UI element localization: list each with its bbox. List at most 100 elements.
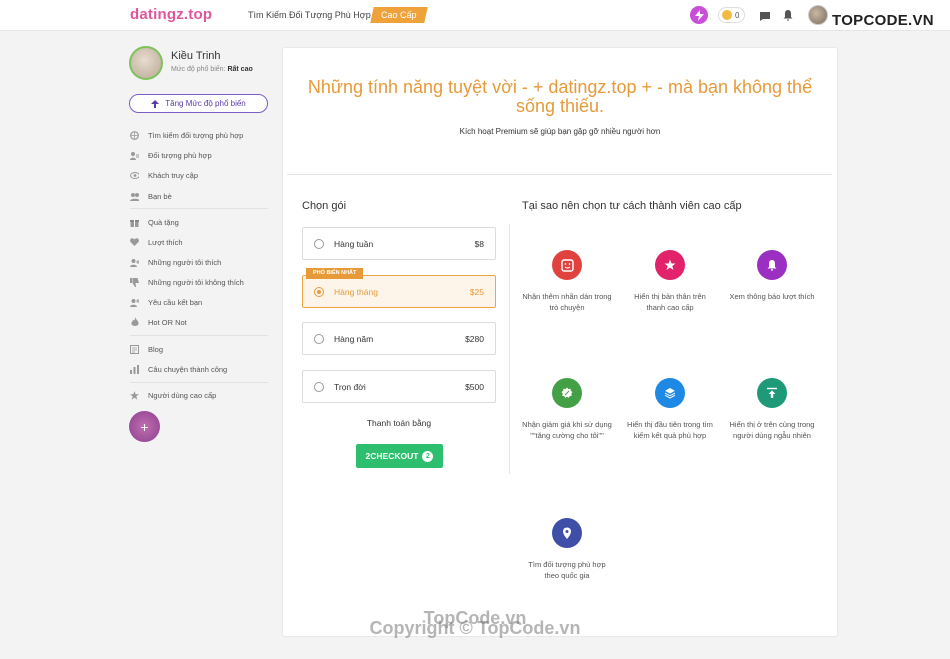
sidebar-item-label: Câu chuyện thành công — [148, 364, 228, 374]
star-icon — [655, 250, 685, 280]
chart-icon — [130, 364, 139, 374]
sidebar-divider — [130, 208, 268, 209]
sidebar-item-label: Những người tôi thích — [148, 257, 222, 267]
top-navbar: datingz.top Tìm Kiếm Đối Tượng Phù Hợp C… — [0, 0, 950, 31]
sidebar-item-gifts[interactable]: Quà tặng — [130, 216, 179, 228]
sidebar-item-label: Hot OR Not — [148, 317, 187, 327]
pay-with-label: Thanh toán bằng — [366, 418, 432, 428]
popularity-label: Mức độ phổ biến: — [171, 66, 226, 73]
feature-search-first: Hiển thị đầu tiên trong tìm kiếm kết quả… — [625, 378, 715, 441]
profile-name[interactable]: Kiều Trinh — [171, 50, 221, 62]
checkout-label: 2CHECKOUT — [365, 451, 419, 461]
plan-price: $280 — [465, 334, 484, 344]
globe-icon — [130, 130, 139, 140]
feature-text: Nhận giảm giá khi sử dụng ""tăng cường c… — [522, 420, 612, 440]
bell-icon — [757, 250, 787, 280]
plan-name: Hàng tháng — [334, 287, 378, 297]
feature-boost-discount: Nhận giảm giá khi sử dụng ""tăng cường c… — [522, 378, 612, 441]
sidebar-item-label: Lượt thích — [148, 237, 183, 247]
plan-price: $25 — [469, 287, 484, 297]
plan-name: Trọn đời — [334, 382, 366, 392]
eye-icon — [130, 171, 139, 180]
sidebar-item-blog[interactable]: Blog — [130, 343, 163, 355]
nav-match-link[interactable]: Tìm Kiếm Đối Tượng Phù Hợp — [248, 10, 371, 20]
2checkout-button[interactable]: 2CHECKOUT 2 — [356, 444, 443, 468]
feature-text: Hiển thị ở trên cùng trong người dùng ng… — [729, 420, 815, 440]
feature-text: Tìm đối tượng phù hợp theo quốc gia — [528, 560, 606, 580]
sidebar-item-likes[interactable]: Lượt thích — [130, 236, 183, 248]
sidebar-item-matches[interactable]: Đối tượng phù hợp — [130, 149, 212, 161]
coin-count: 0 — [735, 10, 740, 20]
section-divider — [287, 174, 832, 175]
sidebar-item-label: Tìm kiếm đối tượng phù hợp — [148, 130, 244, 140]
site-logo[interactable]: datingz.top — [130, 6, 212, 23]
sidebar-divider — [130, 335, 268, 336]
sidebar-item-label: Đối tượng phù hợp — [148, 150, 212, 160]
sidebar-divider — [130, 382, 268, 383]
sidebar-item-people-i-like[interactable]: Những người tôi thích — [130, 256, 221, 268]
notification-bell-icon[interactable] — [782, 8, 794, 26]
sidebar-item-hot-or-not[interactable]: Hot OR Not — [130, 316, 187, 328]
coin-balance[interactable]: 0 — [718, 7, 746, 23]
users-icon — [130, 151, 139, 160]
plan-option-monthly[interactable]: Hàng tháng $25 — [302, 275, 496, 308]
plan-option-yearly[interactable]: Hàng năm $280 — [302, 322, 496, 355]
plan-option-lifetime[interactable]: Trọn đời $500 — [302, 370, 496, 403]
gift-icon — [130, 218, 139, 227]
2checkout-logo-icon: 2 — [422, 450, 434, 462]
user-plus-icon — [130, 258, 139, 267]
thumbs-down-icon — [130, 277, 139, 287]
feature-like-notifications: Xem thông báo lượt thích — [727, 250, 817, 303]
column-divider — [509, 224, 510, 474]
feature-spotlight: Hiển thị bản thân trên thanh cao cấp — [625, 250, 715, 313]
sidebar-item-label: Blog — [148, 344, 164, 354]
sidebar-item-premium-users[interactable]: Người dùng cao cấp — [130, 389, 216, 401]
boost-popularity-button[interactable]: Tăng Mức độ phổ biến — [129, 94, 268, 113]
star-icon — [130, 390, 139, 400]
premium-nav-label: Cao Cấp — [381, 10, 417, 20]
popularity-status: Mức độ phổ biến: Rất cao — [171, 66, 253, 73]
sidebar-item-friend-requests[interactable]: Yêu cầu kết bạn — [130, 296, 202, 308]
sidebar-item-label: Khách truy cập — [148, 170, 199, 180]
sidebar-item-label: Quà tặng — [148, 217, 179, 227]
fire-icon — [130, 317, 139, 327]
coin-icon — [722, 10, 732, 20]
feature-text: Xem thông báo lượt thích — [729, 292, 815, 301]
sidebar-item-label: Người dùng cao cấp — [148, 390, 217, 400]
lightning-icon[interactable] — [690, 6, 708, 24]
plan-name: Hàng năm — [334, 334, 374, 344]
sidebar-item-label: Bạn bè — [148, 191, 172, 201]
sidebar-item-people-i-dislike[interactable]: Những người tôi không thích — [130, 276, 244, 288]
arrow-top-icon — [757, 378, 787, 408]
feature-text: Hiển thị đầu tiên trong tìm kiếm kết quả… — [627, 420, 713, 440]
sidebar-item-visitors[interactable]: Khách truy cập — [130, 169, 198, 181]
plan-radio[interactable] — [314, 382, 324, 392]
arrow-up-icon — [151, 99, 160, 108]
plan-option-weekly[interactable]: Hàng tuần $8 — [302, 227, 496, 260]
premium-nav-tab[interactable]: Cao Cấp — [370, 7, 428, 23]
feature-country-search: Tìm đối tượng phù hợp theo quốc gia — [522, 518, 612, 581]
chat-icon[interactable] — [759, 9, 771, 27]
user-add-icon — [130, 298, 139, 307]
plan-radio[interactable] — [314, 239, 324, 249]
page-title: Những tính năng tuyệt vời - + datingz.to… — [307, 77, 813, 116]
profile-avatar[interactable] — [129, 46, 163, 80]
brand-watermark: TOPCODE.VN — [832, 12, 934, 29]
plan-price: $8 — [474, 239, 484, 249]
choose-plan-heading: Chọn gói — [302, 200, 347, 212]
feature-text: Hiển thị bản thân trên thanh cao cấp — [634, 292, 706, 312]
sticker-icon — [552, 250, 582, 280]
user-avatar[interactable] — [808, 5, 828, 25]
watermark-copyright: Copyright © TopCode.vn — [369, 618, 581, 638]
blog-icon — [130, 344, 139, 354]
plan-name: Hàng tuần — [334, 239, 374, 249]
boost-button-label: Tăng Mức độ phổ biến — [165, 99, 246, 108]
heart-icon — [130, 238, 139, 247]
plan-radio[interactable] — [314, 287, 324, 297]
plan-radio[interactable] — [314, 334, 324, 344]
add-premium-user-button[interactable]: + — [129, 411, 160, 442]
sidebar-item-success-stories[interactable]: Câu chuyện thành công — [130, 363, 227, 375]
plan-price: $500 — [465, 382, 484, 392]
sidebar-item-find-match[interactable]: Tìm kiếm đối tượng phù hợp — [130, 129, 243, 141]
sidebar-item-friends[interactable]: Bạn bè — [130, 190, 172, 202]
